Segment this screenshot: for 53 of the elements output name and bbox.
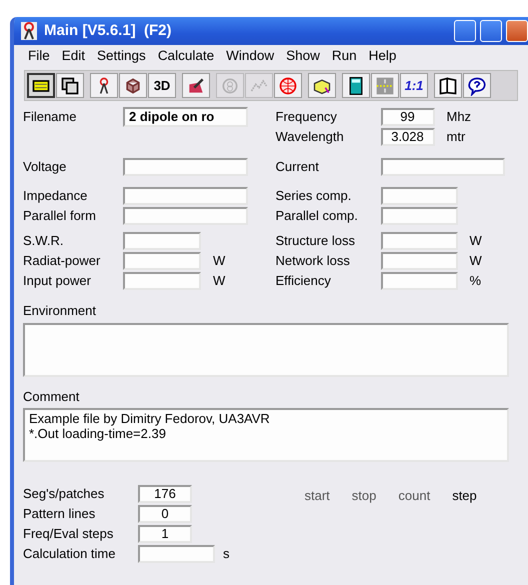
field-label: Freq/Eval steps bbox=[23, 525, 114, 544]
window-title: Main [V5.6.1] (F2) bbox=[44, 20, 172, 41]
field-label: Environment bbox=[23, 302, 97, 320]
input-field[interactable]: 2 dipole on ro bbox=[123, 107, 248, 127]
unit-label: s bbox=[223, 545, 230, 564]
field-label: Wavelength bbox=[276, 128, 345, 146]
field-label: Series comp. bbox=[276, 187, 352, 206]
field-label: Structure loss bbox=[276, 232, 356, 250]
column-header: count bbox=[398, 487, 430, 505]
field-label: Parallel comp. bbox=[276, 207, 359, 226]
field-label: S.W.R. bbox=[23, 232, 64, 250]
field-label: Impedance bbox=[23, 187, 88, 206]
menu-item[interactable]: Settings bbox=[91, 46, 152, 66]
unit-label: W bbox=[213, 252, 226, 270]
field-label: Current bbox=[276, 158, 320, 176]
menu-item[interactable]: Show bbox=[280, 46, 326, 66]
input-field[interactable]: 176 bbox=[138, 485, 192, 503]
column-header: stop bbox=[352, 487, 376, 505]
field-label: Radiat-power bbox=[23, 252, 102, 270]
menu-item[interactable]: File bbox=[22, 46, 56, 66]
field-label: Voltage bbox=[23, 158, 68, 176]
field-label: Pattern lines bbox=[23, 505, 96, 524]
unit-label: W bbox=[470, 232, 482, 250]
menu-item[interactable]: Calculate bbox=[152, 46, 220, 66]
comment-field[interactable]: Example file by Dimitry Fedorov, UA3AVR *.Out loading-time=2.39 bbox=[23, 408, 509, 462]
toolbar-button[interactable]: 3D bbox=[148, 73, 176, 98]
input-field[interactable]: 0 bbox=[138, 505, 192, 523]
menu-item[interactable]: Run bbox=[326, 46, 363, 66]
field-label: Frequency bbox=[276, 108, 338, 126]
field-label: Input power bbox=[23, 272, 92, 290]
unit-label: W bbox=[213, 272, 226, 290]
menu-item[interactable]: Help bbox=[362, 46, 402, 66]
unit-label: Mhz bbox=[446, 108, 472, 126]
column-header: step bbox=[452, 487, 477, 505]
field-label: Efficiency bbox=[276, 272, 332, 290]
field-label: Filename bbox=[23, 108, 78, 126]
field-label: Parallel form bbox=[23, 207, 97, 226]
menu-item[interactable]: Edit bbox=[56, 46, 92, 66]
menu-item[interactable]: Window bbox=[220, 46, 280, 66]
toolbar-button[interactable]: 1:1 bbox=[400, 73, 428, 98]
unit-label: % bbox=[470, 272, 482, 290]
unit-label: mtr bbox=[446, 128, 466, 146]
field-label: Network loss bbox=[276, 252, 351, 270]
text-line: Example file by Dimitry Fedorov, UA3AVR bbox=[29, 411, 271, 426]
field-label: Seg's/patches bbox=[23, 485, 106, 504]
field-label: Calculation time bbox=[23, 545, 116, 564]
unit-label: W bbox=[470, 252, 482, 270]
field-label: Comment bbox=[23, 388, 80, 406]
input-field[interactable]: 1 bbox=[138, 525, 192, 543]
column-header: start bbox=[304, 487, 330, 505]
text-line: *.Out loading-time=2.39 bbox=[29, 426, 167, 441]
input-field[interactable]: 3.028 bbox=[380, 128, 434, 146]
input-field[interactable]: 99 bbox=[380, 108, 434, 126]
